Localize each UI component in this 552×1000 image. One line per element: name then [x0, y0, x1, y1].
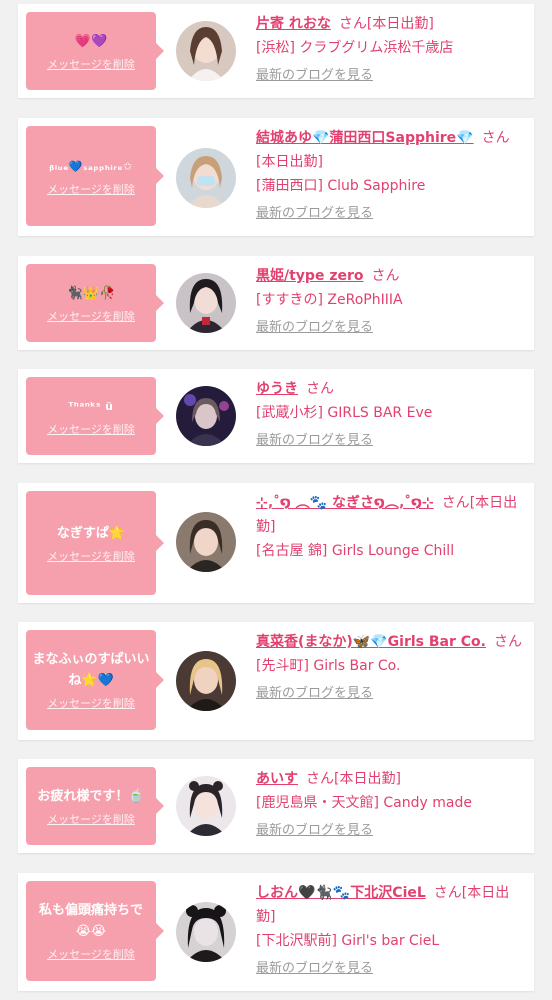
sender-name-link[interactable]: 黒姫/type zero — [256, 268, 364, 284]
sender-info: 片寄 れおな さん[本日出勤] [浜松] クラブグリム浜松千歳店 最新のブログを見… — [256, 12, 524, 86]
delete-message-link[interactable]: メッセージを削除 — [47, 308, 135, 324]
delete-message-link[interactable]: メッセージを削除 — [47, 548, 135, 564]
delete-message-link[interactable]: メッセージを削除 — [47, 946, 135, 962]
message-text: ᵦₗᵤₑ💙ₛₐₚₚₕᵢᵣₑ✩ — [49, 159, 133, 173]
latest-blog-link[interactable]: 最新のブログを見る — [256, 431, 524, 451]
shop-area: [蒲田西口] — [256, 178, 323, 194]
latest-blog-link[interactable]: 最新のブログを見る — [256, 959, 524, 979]
shop-area: [名古屋 錦] — [256, 543, 328, 559]
sender-name-link[interactable]: しおん🖤🐈‍⬛🐾下北沢CieL — [256, 885, 426, 901]
attendance-status: [本日出勤] — [366, 16, 434, 32]
shop-name: Girls Bar Co. — [313, 658, 401, 674]
latest-blog-link[interactable]: 最新のブログを見る — [256, 318, 524, 338]
latest-blog-link[interactable]: 最新のブログを見る — [256, 684, 524, 704]
message-bubble: ᵦₗᵤₑ💙ₛₐₚₚₕᵢᵣₑ✩ メッセージを削除 — [26, 126, 164, 226]
message-text: なぎすぱ🌟 — [56, 525, 126, 541]
sender-name-link[interactable]: 結城あゆ💎蒲田西口Sapphire💎 — [256, 130, 474, 146]
sender-name-link[interactable]: 片寄 れおな — [256, 16, 331, 32]
avatar[interactable] — [176, 512, 236, 572]
sender-info: しおん🖤🐈‍⬛🐾下北沢CieL さん[本日出勤] [下北沢駅前] Girl's b… — [256, 881, 524, 979]
honorific: さん — [306, 381, 334, 397]
sender-name-link[interactable]: あいす — [256, 771, 298, 787]
shop-area: [武蔵小杉] — [256, 405, 323, 421]
message-bubble: 🐈‍⬛👑🥀 メッセージを削除 — [26, 264, 164, 342]
message-text: 私も偏頭痛持ちで😭😭 — [38, 903, 143, 939]
message-card: 🐈‍⬛👑🥀 メッセージを削除 黒姫/type zero さん [すすきの] ZeR… — [18, 256, 534, 350]
message-bubble: 💗💜 メッセージを削除 — [26, 12, 164, 90]
shop-name: GIRLS BAR Eve — [327, 405, 433, 421]
message-card: ᵀʰᵃⁿᵏˢ ü メッセージを削除 ゆうき さん [武蔵小杉] GIRLS BAR… — [18, 369, 534, 463]
shop-name: ZeRoPhIIIA — [327, 292, 403, 308]
honorific: さん — [433, 885, 462, 901]
honorific: さん — [338, 16, 367, 32]
message-bubble: ᵀʰᵃⁿᵏˢ ü メッセージを削除 — [26, 377, 164, 455]
message-text: ᵀʰᵃⁿᵏˢ ü — [68, 399, 114, 413]
latest-blog-link[interactable]: 最新のブログを見る — [256, 204, 524, 224]
avatar[interactable] — [176, 21, 236, 81]
sender-info: 真菜香(まなか)🦋💎Girls Bar Co. さん [先斗町] Girls Ba… — [256, 630, 524, 704]
sender-info: ⊹‚˚໑ ︵🐾 なぎさ໑︵‚˚໑⊹ さん[本日出勤] [名古屋 錦] Girls … — [256, 491, 524, 563]
attendance-status: [本日出勤] — [334, 771, 401, 787]
shop-name: Girls Lounge Chill — [331, 543, 455, 559]
shop-name: Candy made — [383, 795, 472, 811]
message-text: まなふぃのすぱいいね🌟💙 — [32, 652, 150, 688]
honorific: さん — [481, 130, 510, 146]
latest-blog-link[interactable]: 最新のブログを見る — [256, 821, 524, 841]
sender-info: 黒姫/type zero さん [すすきの] ZeRoPhIIIA 最新のブログを… — [256, 264, 524, 338]
shop-area: [浜松] — [256, 40, 295, 56]
message-text: 🐈‍⬛👑🥀 — [66, 285, 116, 301]
avatar[interactable] — [176, 651, 236, 711]
message-card: ᵦₗᵤₑ💙ₛₐₚₚₕᵢᵣₑ✩ メッセージを削除 結城あゆ💎蒲田西口Sapphir… — [18, 118, 534, 236]
sender-name-link[interactable]: 真菜香(まなか)🦋💎Girls Bar Co. — [256, 634, 486, 650]
honorific: さん — [493, 634, 522, 650]
latest-blog-link[interactable]: 最新のブログを見る — [256, 66, 524, 86]
avatar[interactable] — [176, 902, 236, 962]
honorific: さん — [441, 495, 470, 511]
delete-message-link[interactable]: メッセージを削除 — [47, 811, 135, 827]
message-bubble: 私も偏頭痛持ちで😭😭 メッセージを削除 — [26, 881, 164, 981]
shop-name: Club Sapphire — [327, 178, 426, 194]
sender-info: あいす さん[本日出勤] [鹿児島県・天文館] Candy made 最新のブログ… — [256, 767, 524, 841]
message-bubble: まなふぃのすぱいいね🌟💙 メッセージを削除 — [26, 630, 164, 730]
sender-info: 結城あゆ💎蒲田西口Sapphire💎 さん [本日出勤] [蒲田西口] Club S… — [256, 126, 524, 224]
message-bubble: お疲れ様です！🍵 メッセージを削除 — [26, 767, 164, 845]
honorific: さん — [306, 771, 334, 787]
message-text: お疲れ様です！🍵 — [37, 788, 145, 804]
shop-area: [すすきの] — [256, 292, 323, 308]
message-card: なぎすぱ🌟 メッセージを削除 ⊹‚˚໑ ︵🐾 なぎさ໑︵‚˚໑⊹ さん[本日出勤]… — [18, 483, 534, 603]
message-card: まなふぃのすぱいいね🌟💙 メッセージを削除 真菜香(まなか)🦋💎Girls Ba… — [18, 622, 534, 740]
sender-info: ゆうき さん [武蔵小杉] GIRLS BAR Eve 最新のブログを見る — [256, 377, 524, 451]
message-card: 私も偏頭痛持ちで😭😭 メッセージを削除 しおん🖤🐈‍⬛🐾下北沢CieL さん[本日… — [18, 873, 534, 991]
message-bubble: なぎすぱ🌟 メッセージを削除 — [26, 491, 164, 595]
shop-area: [下北沢駅前] — [256, 933, 337, 949]
attendance-status: [本日出勤] — [256, 154, 323, 170]
message-text: 💗💜 — [74, 33, 108, 49]
delete-message-link[interactable]: メッセージを削除 — [47, 421, 135, 437]
honorific: さん — [371, 268, 400, 284]
avatar[interactable] — [176, 273, 236, 333]
avatar[interactable] — [176, 776, 236, 836]
message-card: 💗💜 メッセージを削除 片寄 れおな さん[本日出勤] [浜松] クラブグリム浜松… — [18, 4, 534, 98]
delete-message-link[interactable]: メッセージを削除 — [47, 181, 135, 197]
shop-area: [鹿児島県・天文館] — [256, 795, 379, 811]
avatar[interactable] — [176, 386, 236, 446]
message-card: お疲れ様です！🍵 メッセージを削除 あいす さん[本日出勤] [鹿児島県・天文館]… — [18, 759, 534, 853]
delete-message-link[interactable]: メッセージを削除 — [47, 695, 135, 711]
shop-name: Girl's bar CieL — [341, 933, 440, 949]
delete-message-link[interactable]: メッセージを削除 — [47, 56, 135, 72]
sender-name-link[interactable]: ゆうき — [256, 381, 298, 397]
shop-area: [先斗町] — [256, 658, 309, 674]
sender-name-link[interactable]: ⊹‚˚໑ ︵🐾 なぎさ໑︵‚˚໑⊹ — [256, 495, 434, 511]
shop-name: クラブグリム浜松千歳店 — [299, 40, 454, 56]
avatar[interactable] — [176, 148, 236, 208]
